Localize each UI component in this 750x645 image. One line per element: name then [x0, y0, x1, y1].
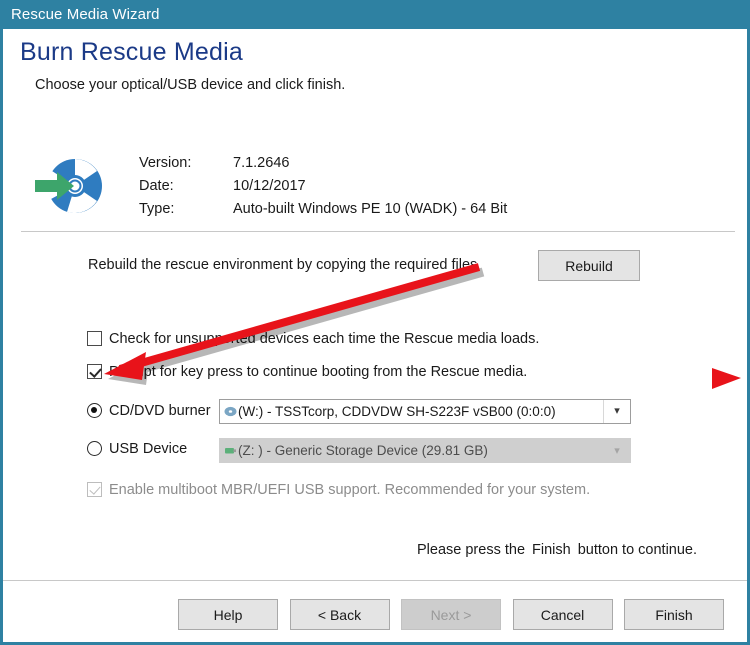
- info-row-type: Type: Auto-built Windows PE 10 (WADK) - 6…: [139, 198, 507, 221]
- checkbox-box-multiboot: [87, 482, 102, 497]
- radio-label-usb: USB Device: [109, 441, 188, 457]
- footer-divider: [3, 580, 747, 581]
- finish-button[interactable]: Finish: [624, 599, 724, 630]
- checkbox-label-unsupported: Check for unsupported devices each time …: [109, 331, 540, 347]
- radio-usb-device[interactable]: USB Device: [87, 441, 187, 457]
- dropdown-usb-device[interactable]: (Z: ) - Generic Storage Device (29.81 GB…: [219, 438, 631, 463]
- media-info-block: Version: 7.1.2646 Date: 10/12/2017 Type: Au…: [31, 148, 691, 228]
- radio-dot-cd-dvd[interactable]: [87, 403, 102, 418]
- next-button: Next >: [401, 599, 501, 630]
- checkbox-box-unsupported[interactable]: [87, 331, 102, 346]
- info-value-version: 7.1.2646: [233, 155, 290, 171]
- optical-drive-icon: [224, 406, 237, 417]
- checkbox-enable-multiboot: Enable multiboot MBR/UEFI USB support. R…: [87, 482, 590, 498]
- dropdown-cd-dvd-device[interactable]: (W:) - TSSTcorp, CDDVDW SH-S223F vSB00 (…: [219, 399, 631, 424]
- checkbox-label-prompt: Prompt for key press to continue booting…: [109, 364, 528, 380]
- radio-dot-usb[interactable]: [87, 441, 102, 456]
- info-label-version: Version:: [139, 155, 192, 171]
- rebuild-button[interactable]: Rebuild: [538, 250, 640, 281]
- help-button[interactable]: Help: [178, 599, 278, 630]
- info-label-type: Type:: [139, 201, 175, 217]
- radio-label-cd-dvd: CD/DVD burner: [109, 403, 211, 419]
- info-row-version: Version: 7.1.2646: [139, 152, 507, 175]
- page-title: Burn Rescue Media: [20, 38, 243, 66]
- window-title: Rescue Media Wizard: [11, 6, 160, 23]
- info-value-date: 10/12/2017: [233, 178, 306, 194]
- usb-drive-icon: [225, 448, 236, 454]
- dropdown-value-cd-dvd: (W:) - TSSTcorp, CDDVDW SH-S223F vSB00 (…: [238, 404, 556, 419]
- rescue-media-wizard-window: Rescue Media Wizard Burn Rescue Media Ch…: [0, 0, 750, 645]
- info-row-date: Date: 10/12/2017: [139, 175, 507, 198]
- page-subtitle: Choose your optical/USB device and click…: [35, 77, 346, 93]
- finish-instruction: Please press the Finish button to continue…: [417, 542, 697, 558]
- checkbox-label-multiboot: Enable multiboot MBR/UEFI USB support. R…: [109, 482, 591, 498]
- checkbox-box-prompt[interactable]: [87, 364, 102, 379]
- radio-cd-dvd-burner[interactable]: CD/DVD burner: [87, 403, 211, 419]
- finish-instruction-emphasis: Finish: [532, 542, 571, 558]
- disc-burn-icon: [35, 159, 102, 214]
- section-divider-top: [21, 231, 735, 232]
- dropdown-value-usb: (Z: ) - Generic Storage Device (29.81 GB…: [238, 443, 488, 458]
- red-triangle-marker: [712, 368, 741, 389]
- info-value-type: Auto-built Windows PE 10 (WADK) - 64 Bit: [233, 201, 508, 217]
- rebuild-description: Rebuild the rescue environment by copyin…: [88, 257, 478, 273]
- media-info-rows: Version: 7.1.2646 Date: 10/12/2017 Type: Au…: [139, 152, 507, 221]
- chevron-down-icon-usb: ▾: [614, 445, 620, 457]
- back-button[interactable]: < Back: [289, 599, 390, 630]
- window-titlebar: Rescue Media Wizard: [3, 0, 747, 29]
- checkbox-prompt-key-press[interactable]: Prompt for key press to continue booting…: [87, 364, 527, 380]
- finish-instruction-prefix: Please press the: [417, 542, 526, 558]
- finish-instruction-suffix: button to continue.: [577, 542, 698, 558]
- checkbox-check-unsupported-devices[interactable]: Check for unsupported devices each time …: [87, 331, 539, 347]
- info-label-date: Date:: [139, 178, 174, 194]
- wizard-button-bar: Help < Back Next > Cancel Finish: [178, 599, 724, 630]
- chevron-down-icon[interactable]: ▾: [603, 400, 630, 423]
- cancel-button[interactable]: Cancel: [512, 599, 613, 630]
